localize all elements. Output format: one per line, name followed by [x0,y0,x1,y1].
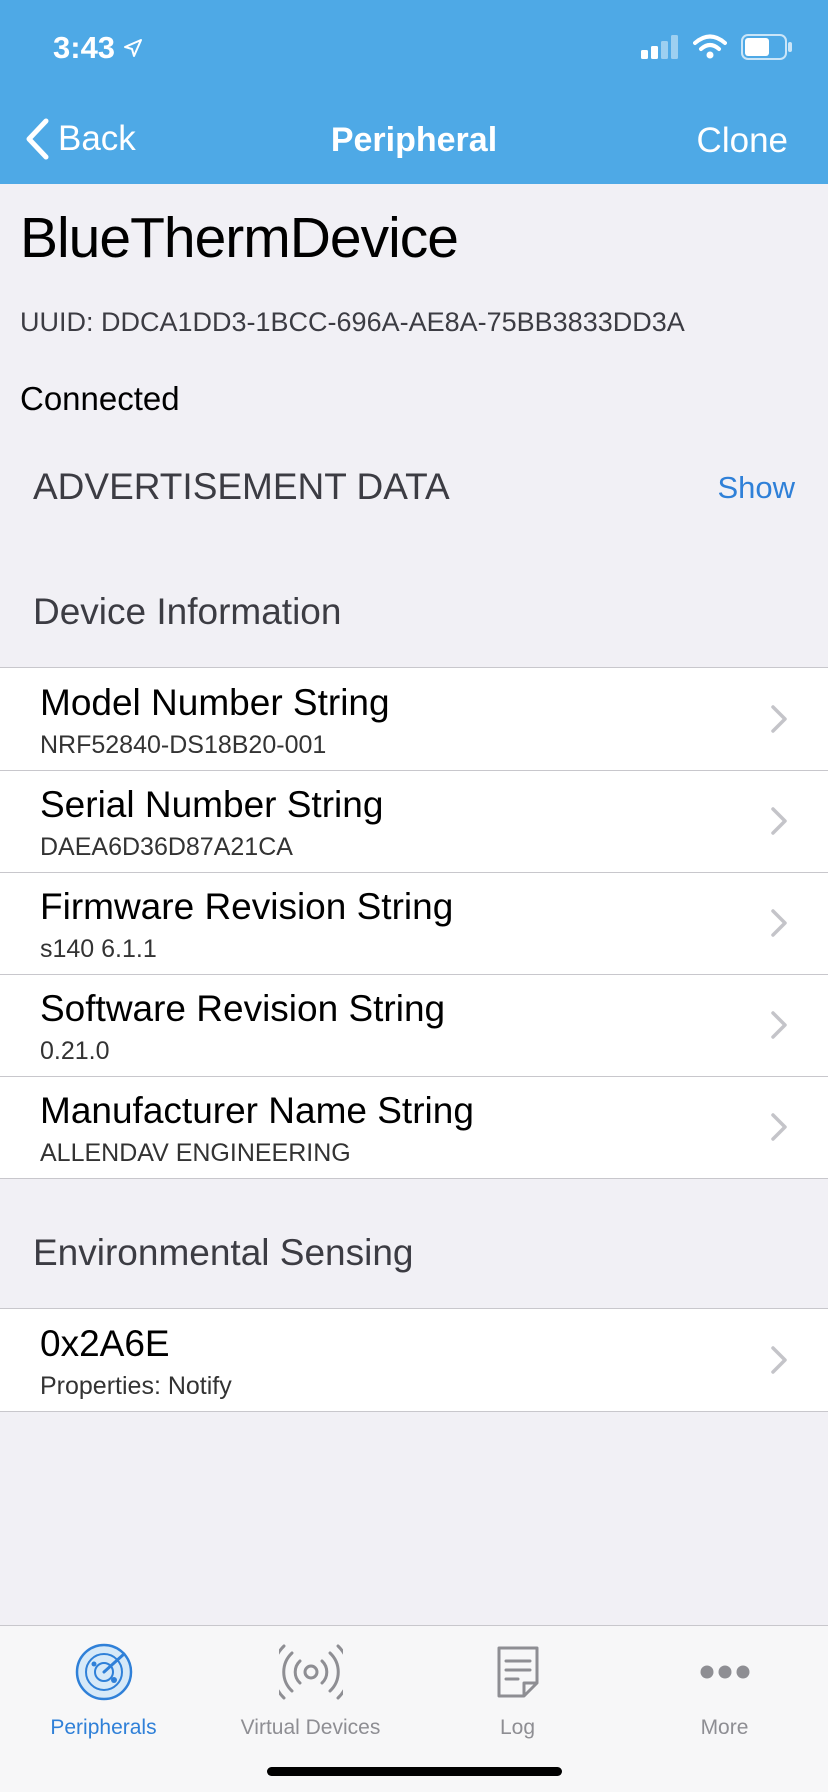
show-advertisement-button[interactable]: Show [717,470,795,506]
chevron-right-icon [771,807,787,835]
chevron-right-icon [771,1346,787,1374]
characteristic-title: Serial Number String [40,784,384,825]
location-arrow-icon [124,39,143,57]
home-indicator[interactable] [267,1767,562,1776]
device-uuid: UUID: DDCA1DD3-1BCC-696A-AE8A-75BB3833DD… [20,307,685,337]
chevron-right-icon [771,909,787,937]
device-name: BlueThermDevice [20,206,459,270]
tab-more[interactable]: More [621,1640,828,1740]
status-indicators [641,34,793,60]
characteristic-title: Firmware Revision String [40,886,454,927]
tab-label: Log [499,1716,536,1739]
radar-icon [75,1643,132,1701]
tab-log[interactable]: Log [414,1640,621,1740]
battery-icon [741,34,792,60]
status-time-text: 3:43 [53,30,116,65]
characteristic-properties: Properties: Notify [40,1372,232,1400]
characteristic-value: ALLENDAV ENGINEERING [40,1139,351,1167]
chevron-right-icon [771,1011,787,1039]
characteristic-title: Manufacturer Name String [40,1090,474,1131]
characteristic-value: DAEA6D36D87A21CA [40,833,293,861]
wifi-icon [693,34,727,59]
tab-label: Virtual Devices [240,1716,381,1739]
more-icon [700,1665,749,1679]
chevron-right-icon [771,1113,787,1141]
section-title-device-information: Device Information [33,591,342,632]
list-item[interactable]: Model Number String NRF52840-DS18B20-001 [0,668,828,770]
tab-peripherals[interactable]: Peripherals [0,1640,207,1740]
clone-button[interactable]: Clone [697,121,788,161]
characteristic-value: NRF52840-DS18B20-001 [40,731,327,759]
tab-label: More [700,1716,749,1739]
device-information-list: Model Number String NRF52840-DS18B20-001… [0,667,828,1179]
chevron-right-icon [771,705,787,733]
characteristic-value: s140 6.1.1 [40,935,157,963]
list-item[interactable]: 0x2A6E Properties: Notify [0,1309,828,1411]
list-item[interactable]: Firmware Revision String s140 6.1.1 [0,872,828,974]
characteristic-title: Model Number String [40,682,390,723]
tab-virtual-devices[interactable]: Virtual Devices [207,1640,414,1740]
status-time: 3:43 [53,30,143,66]
top-bar: 3:43 Back Peripheral Clone [0,0,828,184]
list-item[interactable]: Software Revision String 0.21.0 [0,974,828,1076]
characteristic-value: 0.21.0 [40,1037,110,1065]
tab-label: Peripherals [50,1716,157,1739]
connection-status: Connected [20,380,180,417]
section-title-environmental-sensing: Environmental Sensing [33,1232,414,1273]
characteristic-title: Software Revision String [40,988,446,1029]
signal-icon [641,35,678,59]
advertisement-data-header: ADVERTISEMENT DATA [33,466,450,507]
broadcast-icon [278,1644,343,1700]
characteristic-title: 0x2A6E [40,1323,170,1364]
environmental-sensing-list: 0x2A6E Properties: Notify [0,1308,828,1412]
list-item[interactable]: Serial Number String DAEA6D36D87A21CA [0,770,828,872]
log-icon [497,1646,538,1698]
list-item[interactable]: Manufacturer Name String ALLENDAV ENGINE… [0,1076,828,1178]
